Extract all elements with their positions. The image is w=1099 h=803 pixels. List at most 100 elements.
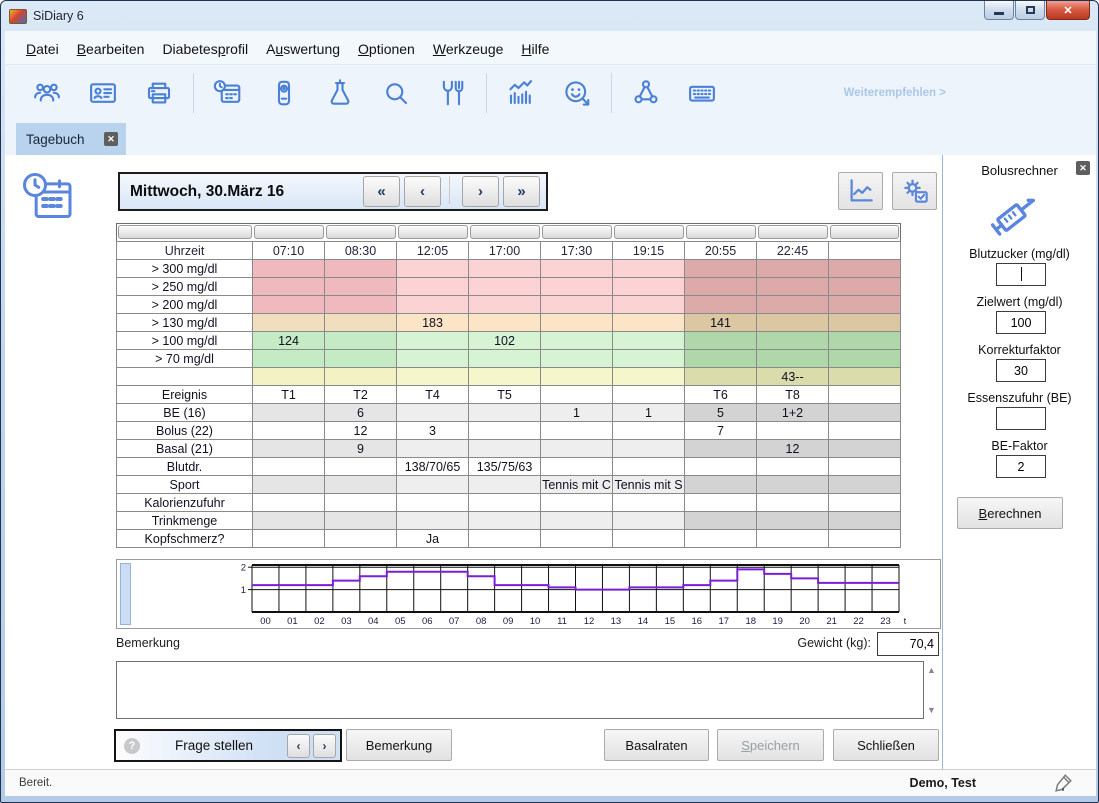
schliessen-button[interactable]: Schließen: [833, 729, 939, 761]
diary-cell[interactable]: [829, 296, 901, 314]
korrekturfaktor-input[interactable]: [996, 359, 1046, 382]
diary-cell[interactable]: [325, 476, 397, 494]
diary-cell[interactable]: [685, 278, 757, 296]
column-header-button[interactable]: [614, 225, 684, 239]
diary-cell[interactable]: [757, 278, 829, 296]
share-icon[interactable]: [629, 76, 663, 110]
diary-cell[interactable]: [325, 314, 397, 332]
menu-item-werkzeuge[interactable]: Werkzeuge: [424, 37, 513, 61]
diary-cell[interactable]: [397, 404, 469, 422]
gewicht-input[interactable]: [877, 632, 939, 656]
diary-cell[interactable]: 1: [613, 404, 685, 422]
diary-cell[interactable]: [685, 368, 757, 386]
remark-textarea[interactable]: [116, 661, 924, 719]
diary-cell[interactable]: [469, 350, 541, 368]
diary-cell[interactable]: [613, 530, 685, 548]
speichern-button[interactable]: Speichern: [717, 729, 824, 761]
menu-item-auswertung[interactable]: Auswertung: [257, 37, 349, 61]
diary-cell[interactable]: 3: [397, 422, 469, 440]
menu-item-diabetesprofil[interactable]: Diabetesprofil: [153, 37, 257, 61]
diary-cell[interactable]: [253, 494, 325, 512]
pen-alert-icon[interactable]: [1052, 772, 1074, 799]
diary-cell[interactable]: [685, 332, 757, 350]
diary-cell[interactable]: [397, 296, 469, 314]
tab-close-icon[interactable]: ✕: [104, 132, 118, 146]
diary-cell[interactable]: [469, 440, 541, 458]
diary-cell[interactable]: [541, 332, 613, 350]
diary-cell[interactable]: [325, 530, 397, 548]
diary-cell[interactable]: [757, 494, 829, 512]
column-header-button[interactable]: [326, 225, 396, 239]
diary-cell[interactable]: [829, 494, 901, 512]
diary-cell[interactable]: 1: [541, 404, 613, 422]
berechnen-button[interactable]: Berechnen: [957, 497, 1063, 529]
menu-item-datei[interactable]: Datei: [17, 37, 68, 61]
diary-cell[interactable]: [757, 422, 829, 440]
diary-cell[interactable]: [469, 278, 541, 296]
time-cell[interactable]: 20:55: [685, 242, 757, 260]
diary-cell[interactable]: [397, 332, 469, 350]
diary-cell[interactable]: Tennis mit S: [613, 476, 685, 494]
next-week-button[interactable]: »: [503, 176, 540, 207]
contact-card-icon[interactable]: [86, 76, 120, 110]
frage-next-button[interactable]: ›: [313, 734, 336, 758]
diary-cell[interactable]: [397, 440, 469, 458]
diary-cell[interactable]: [757, 314, 829, 332]
diary-cell[interactable]: [325, 350, 397, 368]
diary-cell[interactable]: [253, 512, 325, 530]
scroll-up-icon[interactable]: ▲: [927, 665, 936, 675]
diary-cell[interactable]: [613, 296, 685, 314]
time-cell[interactable]: [829, 242, 901, 260]
basalraten-button[interactable]: Basalraten: [604, 729, 709, 761]
menu-item-hilfe[interactable]: Hilfe: [512, 37, 558, 61]
time-cell[interactable]: 08:30: [325, 242, 397, 260]
diary-cell[interactable]: [757, 530, 829, 548]
diary-cell[interactable]: [829, 440, 901, 458]
diary-cell[interactable]: [325, 368, 397, 386]
diary-cell[interactable]: [253, 296, 325, 314]
time-cell[interactable]: 17:30: [541, 242, 613, 260]
scroll-down-icon[interactable]: ▼: [927, 705, 936, 715]
menu-item-bearbeiten[interactable]: Bearbeiten: [68, 37, 154, 61]
diary-cell[interactable]: [541, 278, 613, 296]
diary-cell[interactable]: [685, 476, 757, 494]
diary-cell[interactable]: [757, 512, 829, 530]
diary-cell[interactable]: [685, 350, 757, 368]
diary-cell[interactable]: [253, 314, 325, 332]
diary-cell[interactable]: [829, 458, 901, 476]
diary-cell[interactable]: T2: [325, 386, 397, 404]
diary-cell[interactable]: [253, 458, 325, 476]
frage-stellen-control[interactable]: ? Frage stellen ‹›: [114, 729, 342, 762]
diary-cell[interactable]: [541, 422, 613, 440]
diary-cell[interactable]: [829, 422, 901, 440]
chart-view-button[interactable]: [838, 172, 883, 210]
diary-cell[interactable]: [829, 278, 901, 296]
diary-cell[interactable]: [469, 530, 541, 548]
diary-cell[interactable]: 141: [685, 314, 757, 332]
bemerkung-button[interactable]: Bemerkung: [346, 729, 452, 761]
diary-cell[interactable]: [541, 296, 613, 314]
diary-cell[interactable]: [829, 404, 901, 422]
diary-cell[interactable]: [541, 386, 613, 404]
diary-cell[interactable]: 12: [757, 440, 829, 458]
statistics-icon[interactable]: [504, 76, 538, 110]
diary-cell[interactable]: [829, 512, 901, 530]
diary-cell[interactable]: 183: [397, 314, 469, 332]
column-header-button[interactable]: [118, 225, 252, 239]
diary-cell[interactable]: [685, 512, 757, 530]
diary-cell[interactable]: [541, 530, 613, 548]
diary-cell[interactable]: [829, 530, 901, 548]
diary-cell[interactable]: [253, 260, 325, 278]
diary-cell[interactable]: 124: [253, 332, 325, 350]
diary-cell[interactable]: 43--: [757, 368, 829, 386]
column-header-button[interactable]: [398, 225, 468, 239]
diary-cell[interactable]: [469, 494, 541, 512]
diary-cell[interactable]: [613, 440, 685, 458]
settings-button[interactable]: [892, 172, 937, 210]
diary-cell[interactable]: [541, 440, 613, 458]
glucose-meter-icon[interactable]: [267, 76, 301, 110]
diary-cell[interactable]: [397, 260, 469, 278]
diary-cell[interactable]: [541, 458, 613, 476]
diary-cell[interactable]: [469, 260, 541, 278]
diary-cell[interactable]: T1: [253, 386, 325, 404]
